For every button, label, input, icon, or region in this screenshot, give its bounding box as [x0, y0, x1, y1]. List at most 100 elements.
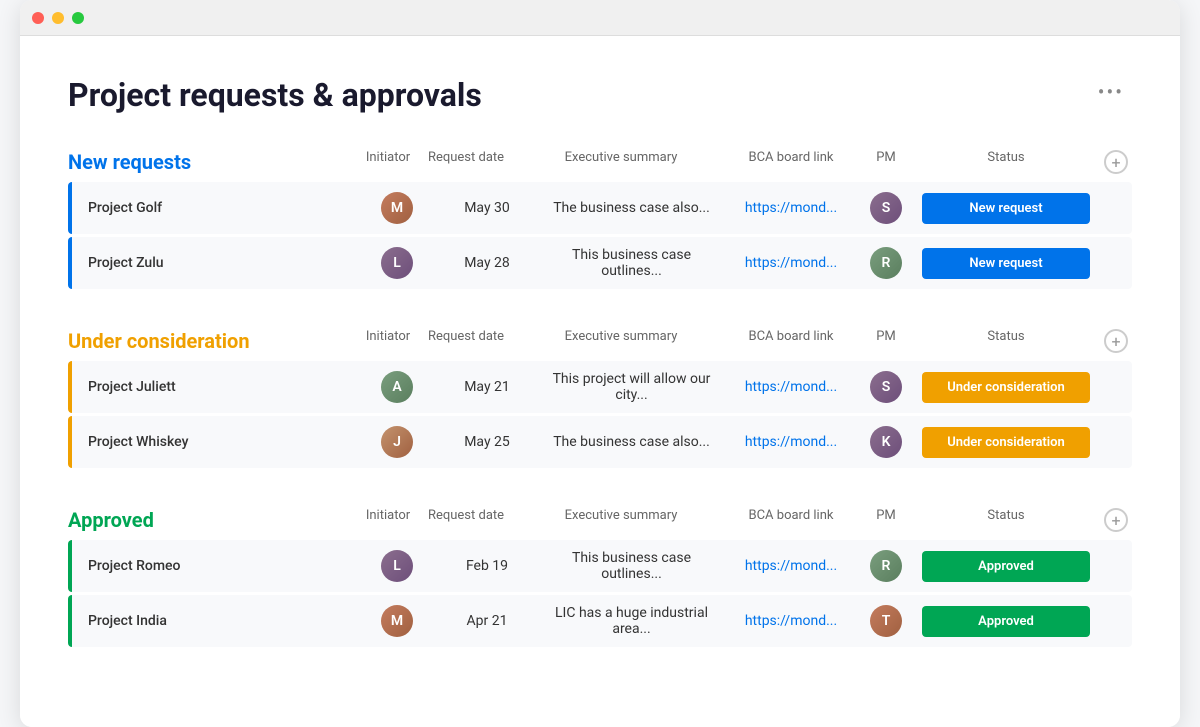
avatar: T — [870, 605, 902, 637]
status-badge[interactable]: Under consideration — [922, 372, 1090, 403]
executive-summary: The business case also... — [537, 200, 726, 216]
status-cell: New request — [916, 193, 1096, 224]
col-pm-3: PM — [856, 508, 916, 532]
project-name: Project Whiskey — [72, 434, 357, 450]
avatar: A — [381, 371, 413, 403]
avatar: L — [381, 550, 413, 582]
add-approved-button[interactable]: + — [1104, 508, 1128, 532]
avatar: R — [870, 247, 902, 279]
section-under-consideration: Under consideration Initiator Request da… — [68, 329, 1132, 468]
pm-avatar: T — [856, 605, 916, 637]
col-bca-2: BCA board link — [726, 329, 856, 353]
col-initiator-2: Initiator — [336, 329, 416, 353]
table-row: Project Whiskey J May 25 The business ca… — [68, 416, 1132, 468]
bca-link[interactable]: https://mond... — [726, 434, 856, 450]
col-summary-2: Executive summary — [516, 329, 726, 353]
table-row: Project Golf M May 30 The business case … — [68, 182, 1132, 234]
close-button[interactable] — [32, 12, 44, 24]
status-cell: Approved — [916, 606, 1096, 637]
avatar: R — [870, 550, 902, 582]
section-new-requests: New requests Initiator Request date Exec… — [68, 150, 1132, 289]
initiator-avatar: M — [357, 192, 437, 224]
col-pm-2: PM — [856, 329, 916, 353]
col-pm: PM — [856, 150, 916, 174]
col-status: Status — [916, 150, 1096, 174]
pm-avatar: R — [856, 550, 916, 582]
status-badge[interactable]: New request — [922, 193, 1090, 224]
page-header: Project requests & approvals ••• — [68, 76, 1132, 114]
avatar: S — [870, 192, 902, 224]
more-options-button[interactable]: ••• — [1090, 76, 1132, 108]
request-date: May 30 — [437, 200, 537, 216]
table-row: Project India M Apr 21 LIC has a huge in… — [68, 595, 1132, 647]
bca-link[interactable]: https://mond... — [726, 255, 856, 271]
request-date: May 21 — [437, 379, 537, 395]
section-title-new: New requests — [68, 150, 328, 174]
request-date: Apr 21 — [437, 613, 537, 629]
app-window: Project requests & approvals ••• New req… — [20, 0, 1180, 727]
project-name: Project Golf — [72, 200, 357, 216]
col-bca: BCA board link — [726, 150, 856, 174]
section-title-approved: Approved — [68, 508, 328, 532]
status-cell: Under consideration — [916, 427, 1096, 458]
add-consideration-button[interactable]: + — [1104, 329, 1128, 353]
project-name: Project Romeo — [72, 558, 357, 574]
avatar: S — [870, 371, 902, 403]
minimize-button[interactable] — [52, 12, 64, 24]
table-row: Project Juliett A May 21 This project wi… — [68, 361, 1132, 413]
table-row: Project Zulu L May 28 This business case… — [68, 237, 1132, 289]
col-initiator: Initiator — [336, 150, 416, 174]
bca-link[interactable]: https://mond... — [726, 558, 856, 574]
section-title-consideration: Under consideration — [68, 329, 328, 353]
col-initiator-3: Initiator — [336, 508, 416, 532]
status-cell: Under consideration — [916, 372, 1096, 403]
table-row: Project Romeo L Feb 19 This business cas… — [68, 540, 1132, 592]
project-name: Project India — [72, 613, 357, 629]
executive-summary: LIC has a huge industrial area... — [537, 605, 726, 637]
section-header-approved: Approved Initiator Request date Executiv… — [68, 508, 1132, 532]
page-title: Project requests & approvals — [68, 76, 482, 114]
status-badge[interactable]: Approved — [922, 606, 1090, 637]
status-badge[interactable]: Under consideration — [922, 427, 1090, 458]
avatar: K — [870, 426, 902, 458]
status-cell: New request — [916, 248, 1096, 279]
col-request-date-3: Request date — [416, 508, 516, 532]
col-summary-3: Executive summary — [516, 508, 726, 532]
pm-avatar: K — [856, 426, 916, 458]
maximize-button[interactable] — [72, 12, 84, 24]
initiator-avatar: J — [357, 426, 437, 458]
request-date: May 25 — [437, 434, 537, 450]
col-request-date: Request date — [416, 150, 516, 174]
status-badge[interactable]: Approved — [922, 551, 1090, 582]
project-name: Project Zulu — [72, 255, 357, 271]
titlebar — [20, 0, 1180, 36]
col-status-2: Status — [916, 329, 1096, 353]
executive-summary: This project will allow our city... — [537, 371, 726, 403]
section-approved: Approved Initiator Request date Executiv… — [68, 508, 1132, 647]
avatar: M — [381, 605, 413, 637]
pm-avatar: S — [856, 371, 916, 403]
executive-summary: This business case outlines... — [537, 247, 726, 279]
avatar: L — [381, 247, 413, 279]
col-request-date-2: Request date — [416, 329, 516, 353]
avatar: M — [381, 192, 413, 224]
col-status-3: Status — [916, 508, 1096, 532]
bca-link[interactable]: https://mond... — [726, 613, 856, 629]
request-date: Feb 19 — [437, 558, 537, 574]
status-badge[interactable]: New request — [922, 248, 1090, 279]
project-name: Project Juliett — [72, 379, 357, 395]
initiator-avatar: L — [357, 550, 437, 582]
initiator-avatar: M — [357, 605, 437, 637]
add-new-request-button[interactable]: + — [1104, 150, 1128, 174]
bca-link[interactable]: https://mond... — [726, 200, 856, 216]
pm-avatar: R — [856, 247, 916, 279]
executive-summary: The business case also... — [537, 434, 726, 450]
avatar: J — [381, 426, 413, 458]
pm-avatar: S — [856, 192, 916, 224]
bca-link[interactable]: https://mond... — [726, 379, 856, 395]
executive-summary: This business case outlines... — [537, 550, 726, 582]
request-date: May 28 — [437, 255, 537, 271]
initiator-avatar: A — [357, 371, 437, 403]
col-summary: Executive summary — [516, 150, 726, 174]
col-bca-3: BCA board link — [726, 508, 856, 532]
